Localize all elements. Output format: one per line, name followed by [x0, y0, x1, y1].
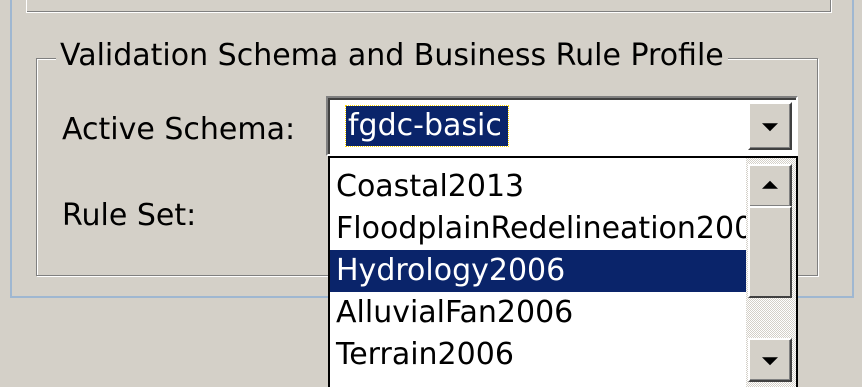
rule-set-dropdown-list[interactable]: Coastal2013 FloodplainRedelineation2006 … — [328, 156, 798, 387]
list-item[interactable]: Coastal2013 — [330, 166, 746, 208]
rule-set-label: Rule Set: — [62, 198, 197, 233]
list-item-selected[interactable]: Hydrology2006 — [330, 250, 746, 292]
scroll-down-button[interactable] — [748, 338, 792, 382]
scrollbar-thumb[interactable] — [748, 206, 792, 298]
list-item[interactable]: Terrain2006 — [330, 334, 746, 376]
chevron-down-icon — [762, 123, 778, 132]
active-schema-label: Active Schema: — [62, 112, 296, 147]
dialog: Validation Schema and Business Rule Prof… — [0, 0, 862, 387]
active-schema-value: fgdc-basic — [345, 105, 509, 147]
scroll-down-arrow-icon — [762, 357, 778, 366]
scroll-up-button[interactable] — [748, 164, 792, 208]
scroll-up-arrow-icon — [762, 180, 778, 189]
active-schema-combobox[interactable]: fgdc-basic — [326, 96, 798, 156]
list-item[interactable]: FloodplainRedelineation2006 — [330, 208, 746, 250]
upper-groupbox — [26, 0, 832, 13]
groupbox-title: Validation Schema and Business Rule Prof… — [56, 34, 728, 78]
combobox-dropdown-button[interactable] — [748, 102, 792, 150]
list-item[interactable]: AlluvialFan2006 — [330, 292, 746, 334]
